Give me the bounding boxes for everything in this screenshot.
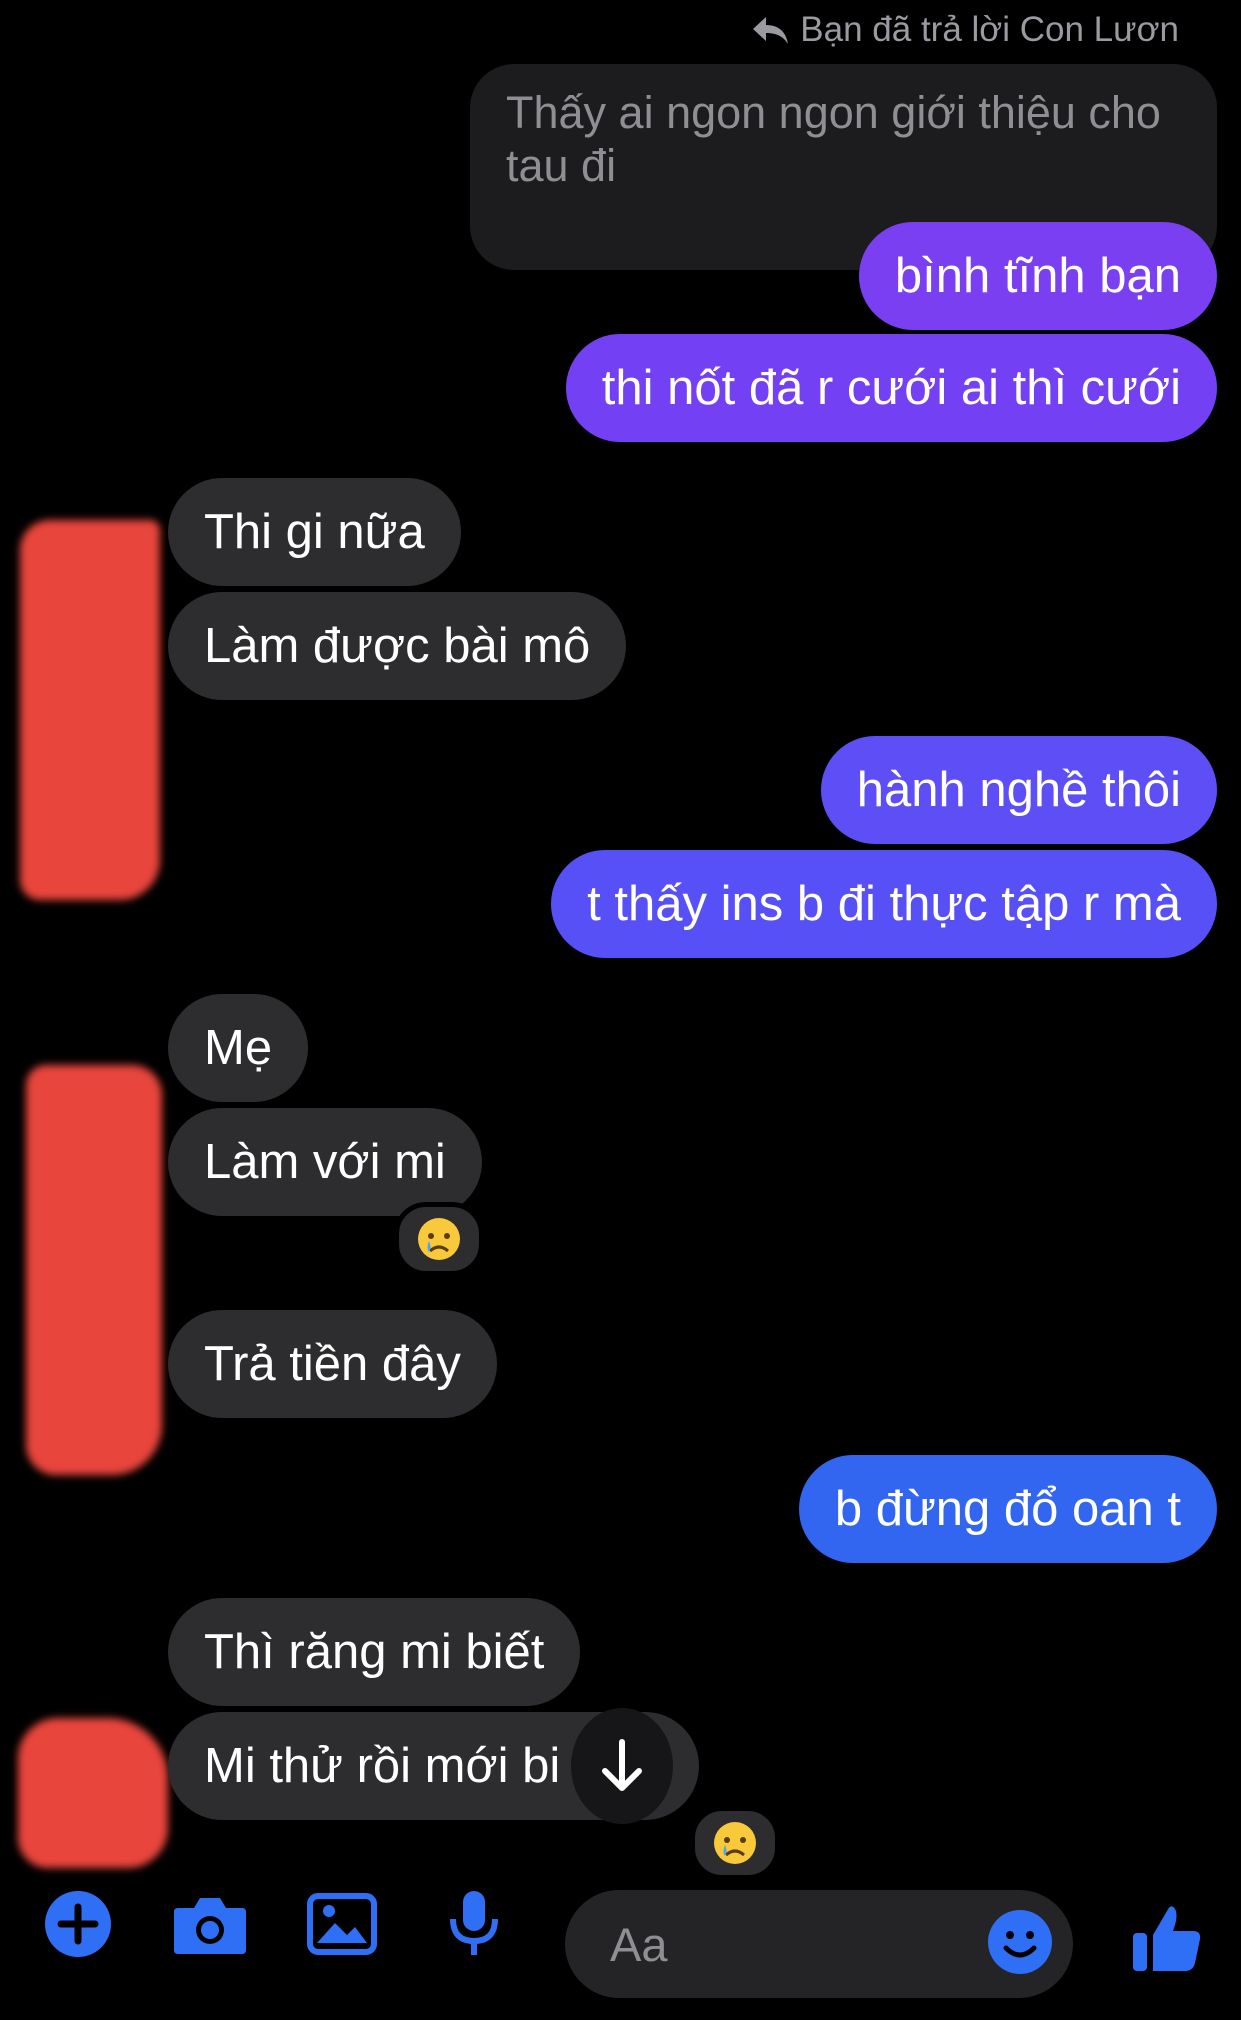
- microphone-icon: [450, 1891, 498, 1955]
- gallery-button[interactable]: [302, 1884, 382, 1964]
- thumbs-up-icon: [1133, 1906, 1201, 1971]
- message-bubble-incoming[interactable]: Thì răng mi biết: [168, 1598, 581, 1706]
- message-bubble-outgoing[interactable]: bình tĩnh bạn: [858, 222, 1217, 330]
- composer-bar: Aa: [0, 1860, 1241, 2020]
- smiley-icon: [988, 1910, 1052, 1974]
- add-button[interactable]: [38, 1884, 118, 1964]
- message-bubble-incoming[interactable]: Thi gi nữa: [168, 478, 461, 586]
- voice-button[interactable]: [434, 1884, 514, 1964]
- arrow-down-icon: [602, 1739, 642, 1791]
- message-input-placeholder: Aa: [610, 1917, 668, 1971]
- message-bubble-incoming[interactable]: Trả tiền đây: [168, 1310, 497, 1418]
- message-bubble-outgoing[interactable]: b đừng đổ oan t: [798, 1455, 1217, 1563]
- camera-button[interactable]: [170, 1884, 250, 1964]
- emoji-button[interactable]: [980, 1902, 1060, 1982]
- message-bubble-incoming[interactable]: Mẹ: [168, 994, 309, 1102]
- message-bubble-outgoing[interactable]: thi nốt đã r cưới ai thì cưới: [565, 334, 1217, 442]
- like-button[interactable]: [1122, 1892, 1212, 1982]
- reply-indicator: Bạn đã trả lời Con Lươn: [750, 6, 1179, 54]
- message-bubble-outgoing[interactable]: t thấy ins b đi thực tập r mà: [551, 850, 1217, 958]
- redacted-avatar: [18, 1718, 168, 1868]
- reply-arrow-icon: [753, 17, 789, 44]
- camera-icon: [174, 1898, 246, 1954]
- redacted-avatar: [20, 520, 160, 900]
- reply-label: Bạn đã trả lời Con Lươn: [800, 10, 1179, 49]
- message-bubble-outgoing[interactable]: hành nghề thôi: [820, 736, 1217, 844]
- photo-icon: [307, 1893, 377, 1955]
- message-bubble-incoming[interactable]: Làm được bài mô: [168, 592, 627, 700]
- crying-reaction-icon[interactable]: [394, 1202, 484, 1276]
- scroll-to-bottom-button[interactable]: [571, 1708, 673, 1824]
- plus-circle-icon: [45, 1891, 111, 1957]
- message-bubble-incoming[interactable]: Làm với mi: [168, 1108, 482, 1216]
- redacted-avatar: [26, 1065, 162, 1475]
